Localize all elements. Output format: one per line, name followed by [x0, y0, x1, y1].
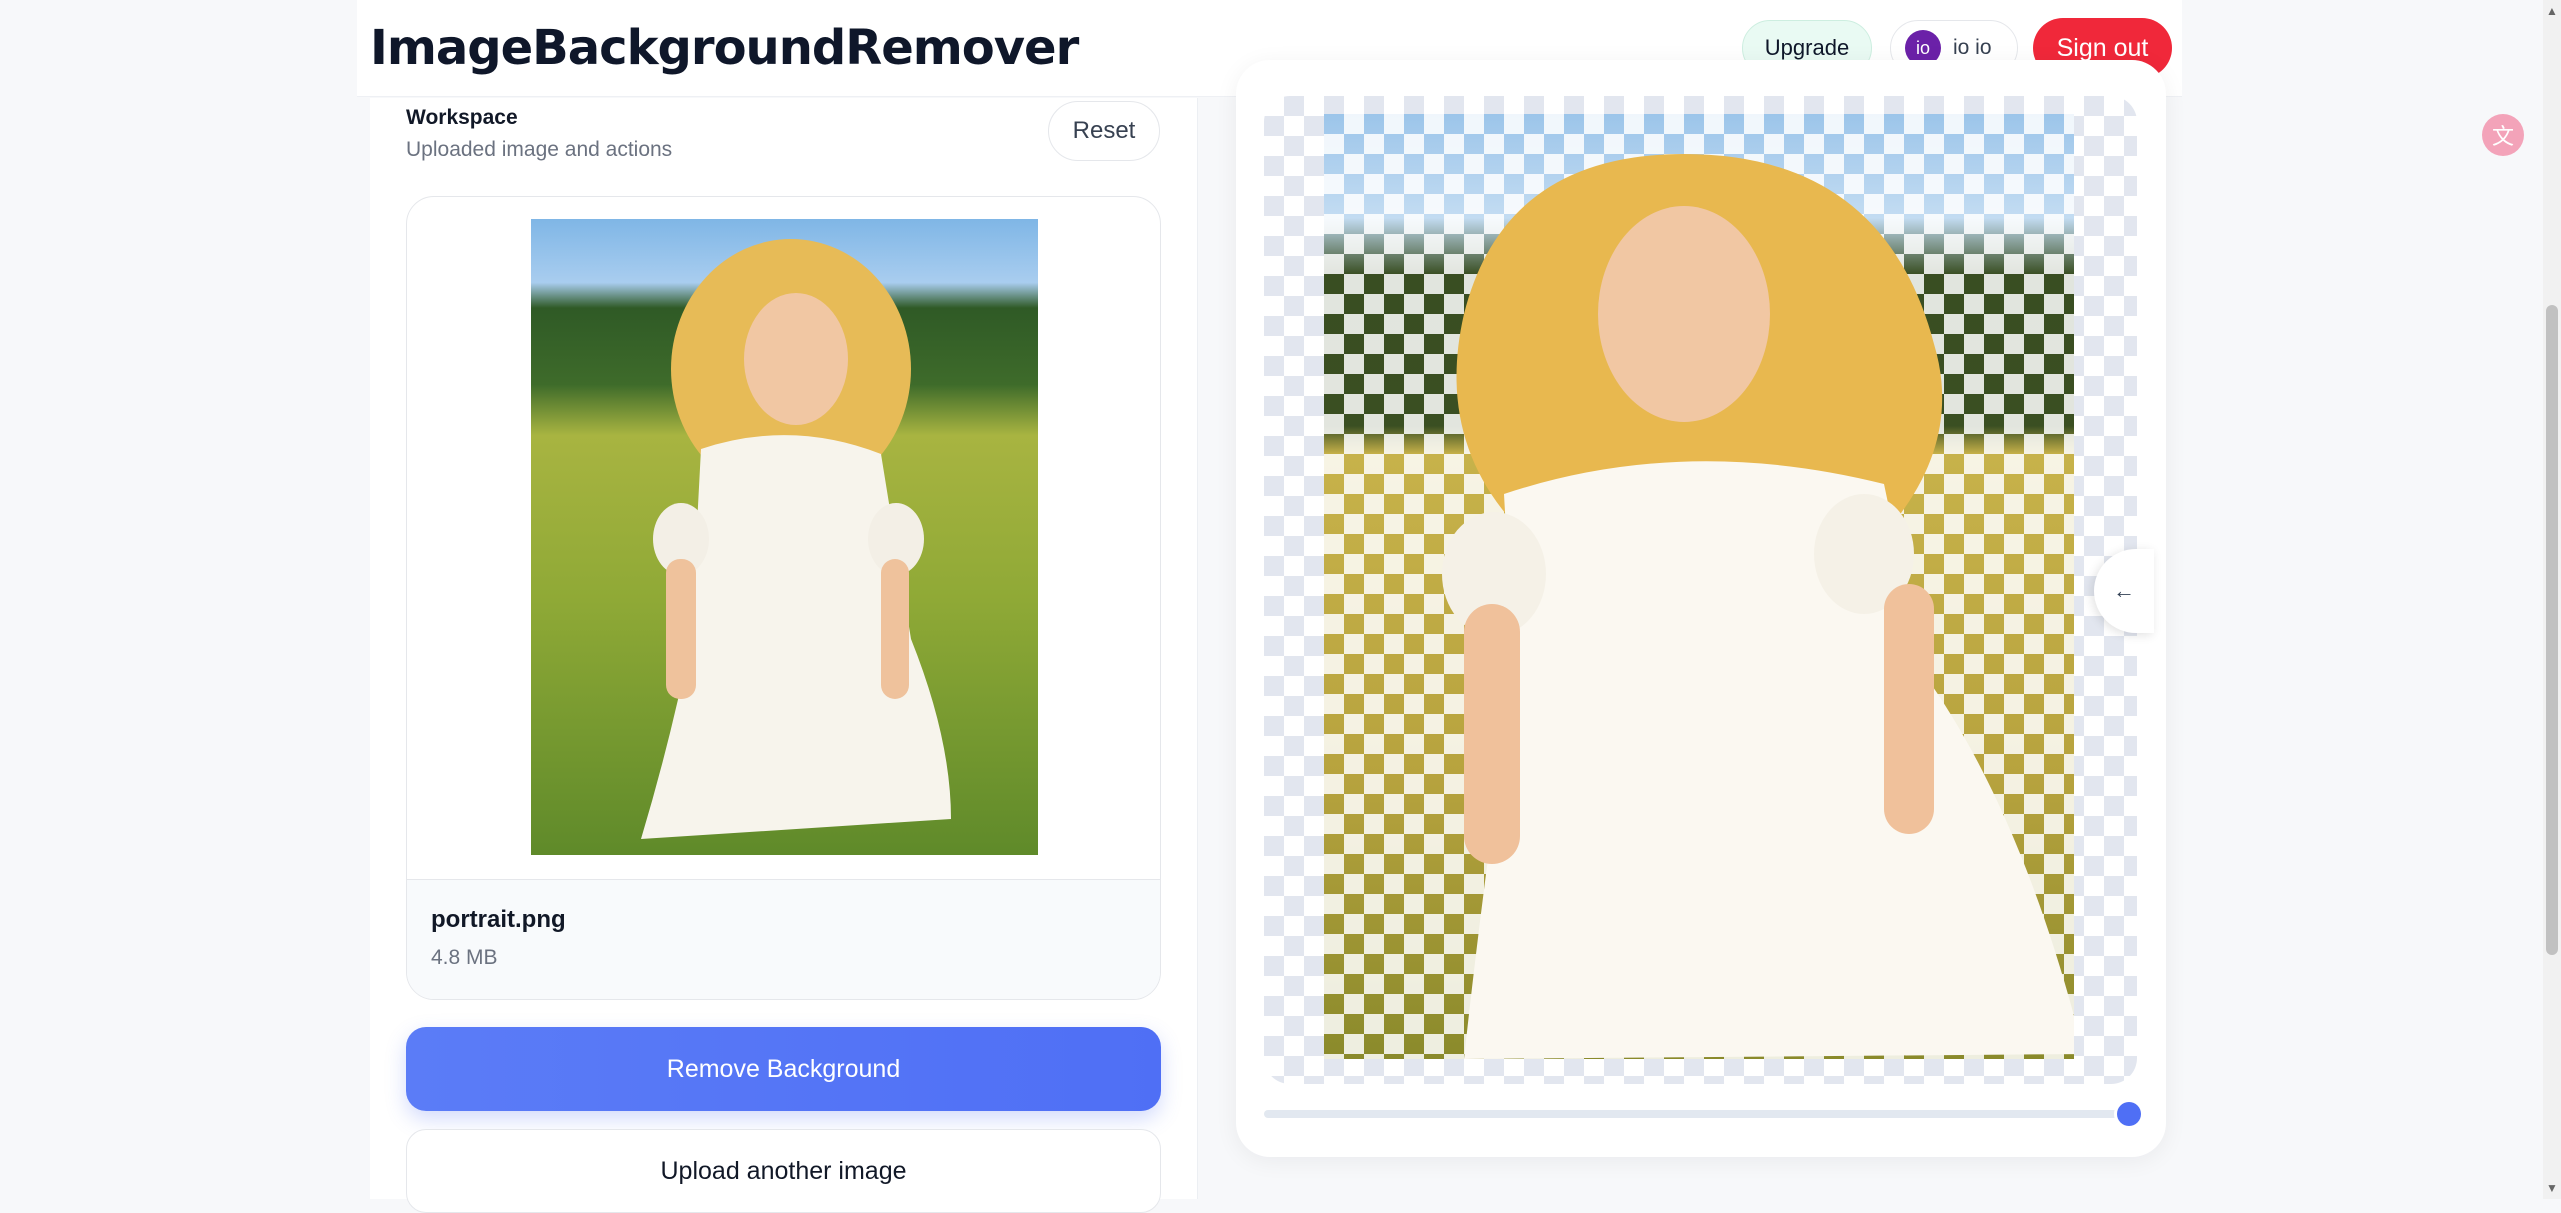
scrollbar-thumb[interactable] [2546, 305, 2558, 955]
cutout-subject [1442, 154, 2074, 1059]
file-name: portrait.png [431, 906, 566, 933]
upload-another-image-button[interactable]: Upload another image [406, 1129, 1161, 1213]
before-after-compare[interactable] [1264, 96, 2137, 1084]
result-image [1324, 114, 2074, 1059]
brand-logo-text[interactable]: ImageBackgroundRemover [370, 20, 1079, 76]
file-size: 4.8 MB [431, 946, 498, 969]
user-name: io io [1953, 36, 1992, 59]
file-info: portrait.png 4.8 MB [407, 879, 1160, 999]
page-scrollbar[interactable]: ▲ ▼ [2543, 0, 2561, 1199]
translate-icon[interactable]: 文 [2482, 114, 2524, 156]
uploaded-image-preview [531, 219, 1038, 855]
uploaded-image-card: portrait.png 4.8 MB [406, 196, 1161, 1000]
compare-slider[interactable] [1264, 1102, 2141, 1126]
scroll-up-icon[interactable]: ▲ [2546, 4, 2558, 18]
compare-slider-thumb[interactable] [2117, 1102, 2141, 1126]
scroll-down-icon[interactable]: ▼ [2546, 1181, 2558, 1195]
portrait-photo [641, 239, 951, 839]
arrow-left-icon: ← [2113, 578, 2135, 603]
workspace-panel: Workspace Uploaded image and actions Res… [370, 98, 1198, 1213]
result-panel: ← [1236, 60, 2166, 1157]
workspace-title: Workspace [406, 106, 518, 129]
reset-button[interactable]: Reset [1048, 101, 1160, 161]
workspace-subtitle: Uploaded image and actions [406, 138, 673, 161]
remove-background-button[interactable]: Remove Background [406, 1027, 1161, 1111]
